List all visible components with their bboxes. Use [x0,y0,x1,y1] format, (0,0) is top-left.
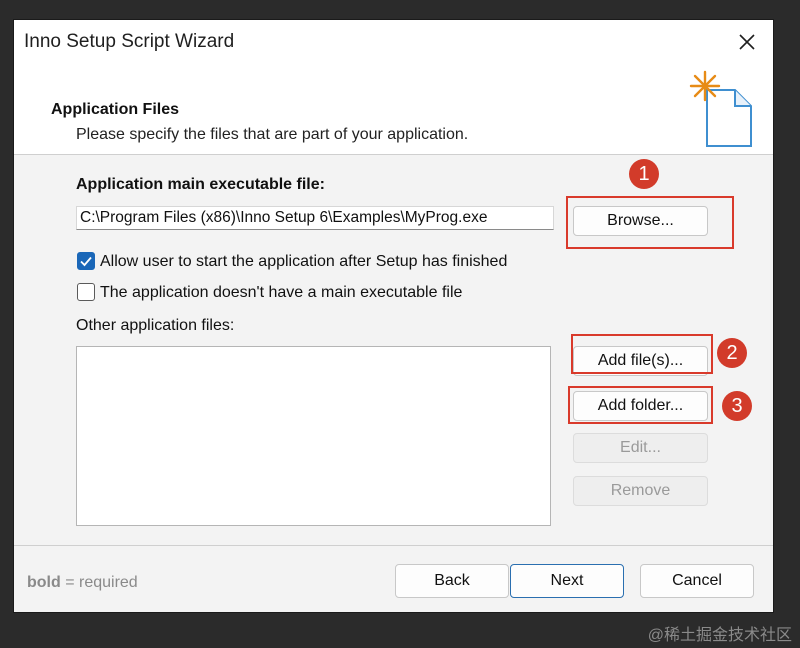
wizard-header: Application Files Please specify the fil… [14,64,773,154]
required-legend: bold = required [27,574,138,592]
close-button[interactable] [729,26,765,58]
annotation-box-3 [568,386,713,424]
back-button[interactable]: Back [395,564,509,598]
annotation-box-2 [571,334,713,374]
allow-start-checkbox[interactable] [77,252,95,270]
page-subtitle: Please specify the files that are part o… [76,126,469,143]
other-files-list[interactable] [76,346,551,526]
no-main-exe-label[interactable]: The application doesn't have a main exec… [100,284,462,302]
remove-button[interactable]: Remove [573,476,708,506]
new-file-sparkle-icon [689,70,752,147]
annotation-badge-1: 1 [629,159,659,189]
next-button[interactable]: Next [510,564,624,598]
wizard-window: Inno Setup Script Wizard Application Fil… [14,20,773,612]
close-icon [739,34,755,50]
required-legend-text: = required [60,574,138,591]
cancel-button[interactable]: Cancel [640,564,754,598]
checkmark-icon [80,256,92,267]
annotation-box-1 [566,196,734,249]
no-main-exe-checkbox[interactable] [77,283,95,301]
allow-start-label[interactable]: Allow user to start the application afte… [100,253,507,271]
main-exe-label: Application main executable file: [76,176,325,193]
title-bar: Inno Setup Script Wizard [14,20,773,64]
other-files-label: Other application files: [76,317,235,334]
edit-button[interactable]: Edit... [573,433,708,463]
annotation-badge-3: 3 [722,391,752,421]
required-legend-bold: bold [27,574,61,591]
window-title: Inno Setup Script Wizard [24,31,235,52]
page-title: Application Files [51,101,180,118]
header-separator [14,154,773,155]
main-exe-input[interactable]: C:\Program Files (x86)\Inno Setup 6\Exam… [76,206,554,230]
watermark: @稀土掘金技术社区 [647,627,792,644]
annotation-badge-2: 2 [717,338,747,368]
